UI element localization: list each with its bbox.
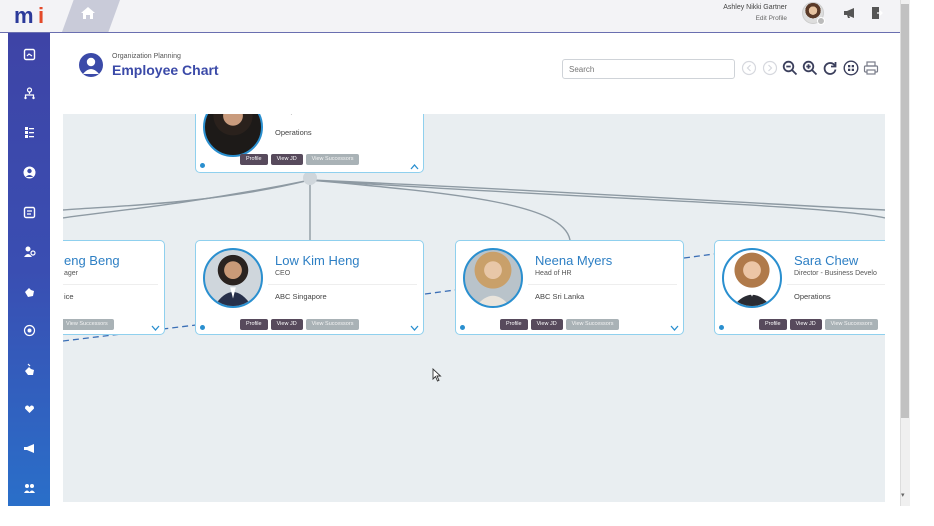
logo-accent: i bbox=[38, 3, 45, 28]
org-card-top[interactable]: Group CEO Operations Profile View JD Vie… bbox=[195, 114, 424, 173]
scrollbar-thumb[interactable] bbox=[901, 4, 909, 418]
view-successors-button[interactable]: View Successors bbox=[565, 319, 620, 330]
employee-photo[interactable] bbox=[722, 248, 782, 308]
mouse-cursor-icon bbox=[432, 368, 442, 382]
group-icon[interactable] bbox=[21, 480, 37, 496]
chevron-down-icon[interactable] bbox=[151, 325, 160, 332]
profile-button[interactable]: Profile bbox=[240, 319, 268, 330]
person-icon[interactable] bbox=[21, 164, 37, 180]
status-dot bbox=[200, 325, 205, 330]
zoom-in-icon[interactable] bbox=[802, 60, 818, 76]
document-icon[interactable] bbox=[21, 204, 37, 220]
employee-name[interactable]: Neena Myers bbox=[535, 253, 612, 268]
employee-photo[interactable] bbox=[203, 114, 263, 157]
dashboard-icon[interactable] bbox=[21, 46, 37, 62]
view-jd-button[interactable]: View JD bbox=[530, 319, 563, 330]
heart-hand-icon[interactable] bbox=[21, 401, 37, 417]
nav-back-icon[interactable] bbox=[741, 60, 757, 76]
hand-up-icon[interactable] bbox=[21, 361, 37, 377]
employee-photo[interactable] bbox=[463, 248, 523, 308]
target-icon[interactable] bbox=[21, 322, 37, 338]
employee-chart-icon bbox=[79, 53, 103, 77]
employee-name[interactable]: Sara Chew bbox=[794, 253, 858, 268]
status-dot bbox=[460, 325, 465, 330]
hand-icon[interactable] bbox=[21, 283, 37, 299]
employee-location: ABC Singapore bbox=[275, 292, 327, 301]
org-card[interactable]: Neena Myers Head of HR ABC Sri Lanka Pro… bbox=[455, 240, 684, 335]
zoom-out-icon[interactable] bbox=[782, 60, 798, 76]
chevron-up-icon[interactable] bbox=[410, 163, 419, 170]
employee-location: ice bbox=[64, 292, 74, 301]
employee-role: Group CEO bbox=[275, 114, 312, 115]
logo-text: m bbox=[14, 3, 34, 28]
view-jd-button[interactable]: View JD bbox=[270, 154, 303, 165]
page-title: Employee Chart bbox=[112, 62, 219, 78]
search-input[interactable] bbox=[562, 59, 735, 79]
org-chart-canvas[interactable]: Group CEO Operations Profile View JD Vie… bbox=[63, 114, 885, 502]
people-settings-icon[interactable] bbox=[21, 243, 37, 259]
employee-role: ager bbox=[64, 270, 79, 277]
status-dot bbox=[200, 163, 205, 168]
view-successors-button[interactable]: View Successors bbox=[824, 319, 879, 330]
breadcrumb[interactable]: Organization Planning bbox=[112, 53, 181, 60]
top-bar: m i Ashley Nikki Gartner Edit Profile bbox=[0, 0, 900, 33]
megaphone-icon[interactable] bbox=[843, 7, 857, 19]
employee-photo[interactable] bbox=[203, 248, 263, 308]
refresh-icon[interactable] bbox=[822, 60, 838, 76]
nav-forward-icon[interactable] bbox=[762, 60, 778, 76]
list-icon[interactable] bbox=[21, 124, 37, 140]
employee-name[interactable]: eng Beng bbox=[64, 253, 120, 268]
sidebar bbox=[8, 33, 50, 506]
profile-button[interactable]: Profile bbox=[759, 319, 787, 330]
profile-button[interactable]: Profile bbox=[500, 319, 528, 330]
app-logo[interactable]: m i bbox=[8, 3, 54, 30]
view-successors-button[interactable]: View Successors bbox=[63, 319, 114, 330]
employee-location: Operations bbox=[794, 292, 831, 301]
app-window: m i Ashley Nikki Gartner Edit Profile ▾ … bbox=[0, 0, 934, 526]
scroll-down-arrow[interactable]: ▾ bbox=[901, 491, 905, 499]
user-name: Ashley Nikki Gartner bbox=[723, 4, 787, 11]
home-icon[interactable] bbox=[80, 6, 96, 20]
view-successors-button[interactable]: View Successors bbox=[305, 319, 360, 330]
employee-role: Head of HR bbox=[535, 270, 572, 277]
edit-profile-link[interactable]: Edit Profile bbox=[756, 15, 787, 22]
org-card[interactable]: eng Beng ager ice View Successors bbox=[63, 240, 165, 335]
org-card[interactable]: Low Kim Heng CEO ABC Singapore Profile V… bbox=[195, 240, 424, 335]
org-chart-icon[interactable] bbox=[21, 85, 37, 101]
employee-role: CEO bbox=[275, 270, 291, 277]
megaphone-icon[interactable] bbox=[21, 440, 37, 456]
status-dot bbox=[719, 325, 724, 330]
print-icon[interactable] bbox=[863, 60, 879, 76]
org-card[interactable]: Sara Chew Director - Business Develo Ope… bbox=[714, 240, 885, 335]
employee-name[interactable]: Low Kim Heng bbox=[275, 253, 360, 268]
chevron-down-icon[interactable] bbox=[670, 325, 679, 332]
view-jd-button[interactable]: View JD bbox=[270, 319, 303, 330]
employee-location: ABC Sri Lanka bbox=[535, 292, 585, 301]
chevron-down-icon[interactable] bbox=[410, 325, 419, 332]
employee-role: Director - Business Develo bbox=[794, 270, 877, 277]
logout-icon[interactable] bbox=[871, 6, 883, 20]
employee-location: Operations bbox=[275, 128, 312, 137]
view-successors-button[interactable]: View Successors bbox=[305, 154, 360, 165]
view-jd-button[interactable]: View JD bbox=[789, 319, 822, 330]
status-dot bbox=[817, 17, 825, 25]
profile-button[interactable]: Profile bbox=[240, 154, 268, 165]
fit-screen-icon[interactable] bbox=[843, 60, 859, 76]
